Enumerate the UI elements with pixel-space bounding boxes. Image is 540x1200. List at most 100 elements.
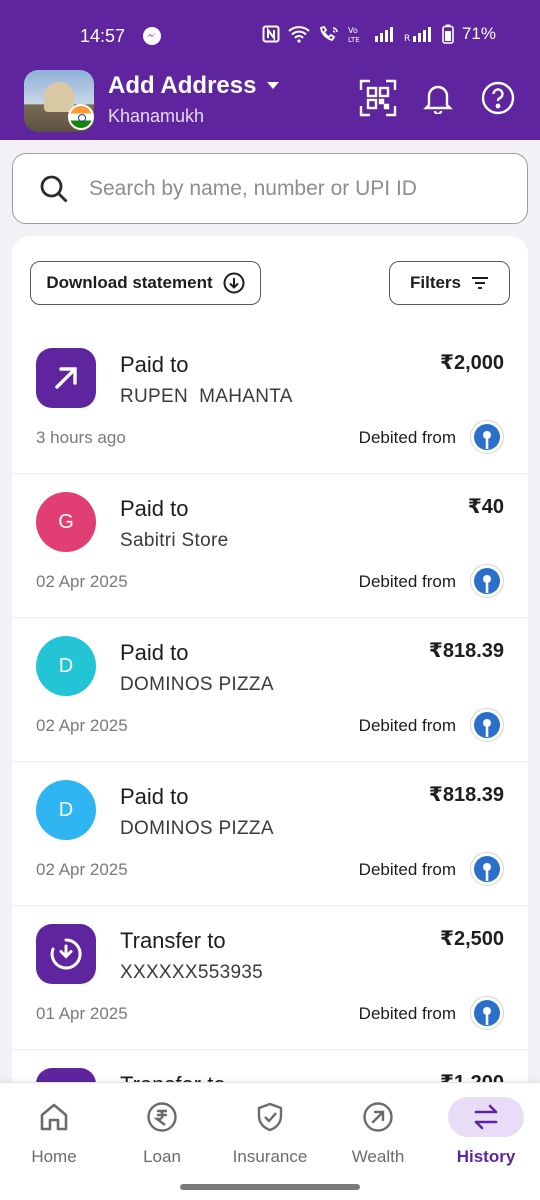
svg-text:Vo: Vo (348, 26, 358, 35)
address-selector[interactable]: Add Address (108, 72, 280, 100)
history-icon (448, 1097, 524, 1137)
payee-name: XXXXXX553935 (120, 962, 264, 983)
transaction-amount: ₹818.39 (428, 784, 504, 806)
qr-scan-icon (359, 79, 397, 117)
status-time: 14:57 (80, 26, 126, 46)
nfc-icon (262, 25, 280, 43)
avatar-photo (44, 82, 74, 112)
nav-item-wealth[interactable]: Wealth (328, 1097, 428, 1167)
header-subtitle: Khanamukh (108, 106, 205, 126)
header-title: Add Address (108, 72, 257, 99)
home-icon (16, 1097, 92, 1137)
volte-badge-icon: VoLTE (348, 26, 360, 43)
transaction-type: Paid to (120, 352, 189, 377)
qr-scan-button[interactable] (358, 78, 398, 118)
signal-roaming-icon: R (404, 27, 431, 42)
status-icons: Vo LTE R 71% (262, 24, 496, 44)
india-flag-icon (68, 104, 94, 130)
transaction-item[interactable]: Transfer to XXXXXX553935 ₹2,500 01 Apr 2… (12, 906, 528, 1050)
transaction-item[interactable]: D Paid to DOMINOS PIZZA ₹818.39 02 Apr 2… (12, 618, 528, 762)
transaction-date: 01 Apr 2025 (36, 1004, 128, 1023)
shield-check-icon (232, 1097, 308, 1137)
debited-from-label: Debited from (358, 572, 456, 591)
transaction-date: 02 Apr 2025 (36, 860, 128, 879)
transaction-amount: ₹2,500 (440, 928, 504, 950)
payee-avatar: D (36, 780, 96, 840)
payee-avatar: G (36, 492, 96, 552)
messenger-icon (143, 27, 161, 45)
download-icon (223, 272, 245, 294)
search-input[interactable] (89, 176, 509, 201)
debited-from-label: Debited from (358, 716, 456, 735)
gesture-bar[interactable] (180, 1184, 360, 1190)
transaction-type: Paid to (120, 496, 189, 521)
bottom-nav: Home Loan Insurance Wealth History (0, 1082, 540, 1200)
battery-level: 71% (461, 24, 496, 43)
volte-call-icon (319, 25, 338, 42)
debited-from-label: Debited from (358, 428, 456, 447)
profile-avatar[interactable] (24, 70, 94, 132)
status-bar: 14:57 Vo LTE R 71% (0, 0, 540, 72)
search-icon (40, 175, 68, 202)
nav-item-insurance[interactable]: Insurance (220, 1097, 320, 1167)
nav-label-wealth: Wealth (351, 1147, 405, 1166)
bank-logo-icon (470, 420, 504, 454)
nav-item-history[interactable]: History (436, 1097, 536, 1167)
bank-logo-icon (470, 708, 504, 742)
payee-initial: D (58, 654, 74, 677)
bank-logo-icon (470, 564, 504, 598)
notifications-button[interactable] (418, 78, 458, 118)
nav-label-loan: Loan (143, 1147, 181, 1166)
payee-avatar: D (36, 636, 96, 696)
transaction-item[interactable]: G Paid to Sabitri Store ₹40 02 Apr 2025 … (12, 474, 528, 618)
transaction-amount: ₹40 (467, 496, 504, 518)
transactions-card: Download statement Filters Paid to RUPEN… (12, 236, 528, 1136)
transaction-date: 02 Apr 2025 (36, 716, 128, 735)
caret-down-icon (267, 82, 280, 89)
nav-label-history: History (456, 1147, 516, 1166)
nav-label-home: Home (31, 1147, 77, 1166)
payee-initial: D (58, 798, 74, 821)
header-bar: Add Address Khanamukh (0, 66, 540, 140)
wifi-icon (288, 26, 310, 43)
transaction-amount: ₹2,000 (440, 352, 504, 374)
payee-name: DOMINOS PIZZA (120, 818, 274, 839)
payee-initial: G (58, 510, 74, 533)
debited-from-label: Debited from (358, 860, 456, 879)
filter-icon (472, 277, 489, 289)
help-icon (481, 81, 515, 115)
download-statement-label: Download statement (46, 273, 213, 292)
nav-label-insurance: Insurance (232, 1147, 308, 1166)
download-statement-button[interactable]: Download statement (30, 261, 261, 305)
payee-name: DOMINOS PIZZA (120, 674, 274, 695)
svg-text:LTE: LTE (348, 36, 360, 43)
transaction-date: 3 hours ago (36, 428, 126, 447)
transaction-item[interactable]: D Paid to DOMINOS PIZZA ₹818.39 02 Apr 2… (12, 762, 528, 906)
payment-avatar (36, 348, 96, 408)
bank-logo-icon (470, 852, 504, 886)
app-header: 14:57 Vo LTE R 71% Add Address Khanamukh (0, 0, 540, 140)
rupee-icon (124, 1097, 200, 1137)
transaction-type: Paid to (120, 640, 189, 665)
bank-logo-icon (470, 996, 504, 1030)
filters-button[interactable]: Filters (389, 261, 510, 305)
svg-text:R: R (404, 34, 410, 42)
nav-item-loan[interactable]: Loan (112, 1097, 212, 1167)
signal-icon (374, 27, 393, 42)
payee-name: Sabitri Store (120, 530, 229, 551)
transaction-date: 02 Apr 2025 (36, 572, 128, 591)
debited-from-label: Debited from (358, 1004, 456, 1023)
payment-avatar (36, 924, 96, 984)
transaction-item[interactable]: Paid to RUPEN MAHANTA ₹2,000 3 hours ago… (12, 330, 528, 474)
help-button[interactable] (478, 78, 518, 118)
search-bar[interactable] (12, 153, 528, 224)
transaction-type: Transfer to (120, 928, 226, 953)
nav-item-home[interactable]: Home (4, 1097, 104, 1167)
transaction-amount: ₹818.39 (428, 640, 504, 662)
transfer-icon (50, 938, 82, 970)
payee-name: RUPEN MAHANTA (120, 386, 293, 407)
battery-icon (442, 24, 454, 44)
filters-label: Filters (409, 273, 462, 292)
transaction-type: Paid to (120, 784, 189, 809)
bell-icon (423, 85, 453, 114)
